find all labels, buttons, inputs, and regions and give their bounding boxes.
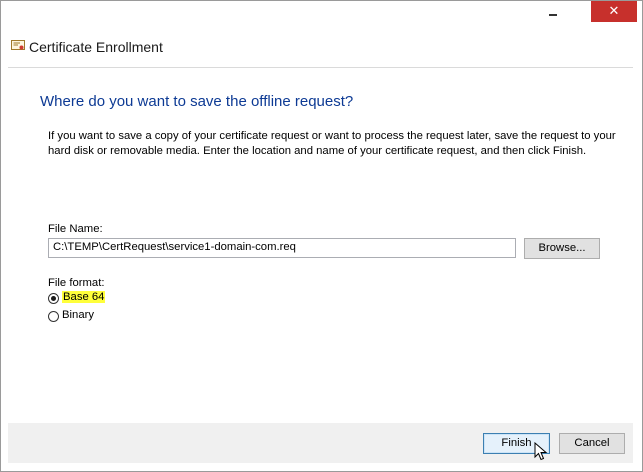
browse-button[interactable]: Browse...: [524, 238, 600, 259]
dialog-window: ✕ Certificate Enrollment Where do you wa…: [0, 0, 643, 472]
app-header: Certificate Enrollment: [1, 31, 642, 67]
file-name-input[interactable]: C:\TEMP\CertRequest\service1-domain-com.…: [48, 238, 516, 258]
minimize-button[interactable]: [539, 1, 567, 23]
title-bar: ✕: [1, 1, 642, 31]
cancel-button[interactable]: Cancel: [559, 433, 625, 454]
window-title: Certificate Enrollment: [29, 39, 163, 55]
certificate-icon: [11, 40, 25, 50]
file-format-label: File format:: [48, 277, 105, 289]
page-heading: Where do you want to save the offline re…: [40, 93, 354, 110]
radio-binary[interactable]: [48, 311, 59, 322]
radio-binary-label[interactable]: Binary: [62, 309, 94, 321]
radio-base64[interactable]: [48, 293, 59, 304]
page-description: If you want to save a copy of your certi…: [48, 130, 616, 157]
close-button[interactable]: ✕: [591, 1, 637, 22]
mouse-pointer-icon: [534, 442, 548, 461]
radio-base64-label[interactable]: Base 64: [62, 291, 106, 303]
highlight: Base 64: [62, 291, 106, 303]
minimize-icon: [549, 14, 557, 16]
file-name-label: File Name:: [48, 223, 103, 235]
